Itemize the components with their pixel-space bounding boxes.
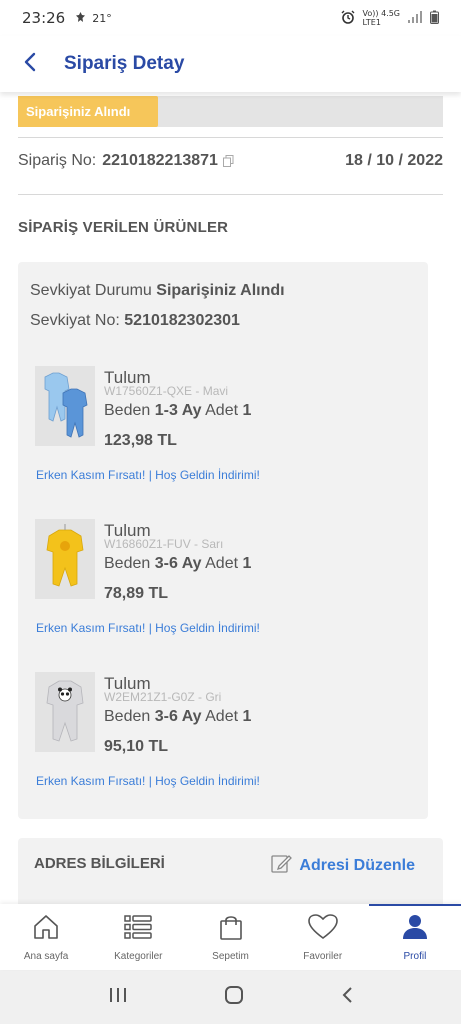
shipment-number-row: Sevkiyat No: 5210182302301 [30,312,240,330]
shopping-bag-icon [217,914,245,945]
system-navigation-bar [0,970,461,1024]
product-image[interactable] [35,519,95,599]
order-number-value: 2210182213871 [102,152,218,169]
product-item[interactable]: Tulum W2EM21Z1-G0Z - Gri Beden 3-6 Ay Ad… [18,672,428,824]
home-icon [32,914,60,945]
product-price: 95,10 TL [104,738,169,755]
battery-icon [430,10,439,26]
shipment-number-label: Sevkiyat No: [30,312,120,329]
page-title: Sipariş Detay [64,53,185,74]
order-status-progress: Siparişiniz Alındı [18,96,443,127]
romper-icon [46,680,84,742]
bottom-navigation: Ana sayfa Kategoriler Sepetim Favoriler … [0,904,461,970]
shipment-status-label: Sevkiyat Durumu [30,282,152,299]
nav-item-profile[interactable]: Profil [368,904,461,970]
nav-item-home[interactable]: Ana sayfa [0,904,92,970]
product-promo[interactable]: Erken Kasım Fırsatı! | Hoş Geldin İndiri… [36,774,260,788]
product-price: 78,89 TL [104,585,169,602]
order-info-row: Sipariş No: 2210182213871 18 / 10 / 2022 [18,147,443,175]
product-item[interactable]: Tulum W16860Z1-FUV - Sarı Beden 3-6 Ay A… [18,519,428,671]
app-header: Sipariş Detay [0,36,461,92]
back-button[interactable] [0,36,60,92]
product-code: W16860Z1-FUV - Sarı [104,537,224,551]
categories-icon [124,914,153,945]
profile-icon [401,914,429,945]
recent-apps-icon[interactable] [109,987,127,1008]
heart-icon [307,914,338,945]
network-indicator: Vo)) 4.5G LTE1 [362,9,400,27]
divider [18,194,443,195]
product-image[interactable] [35,672,95,752]
status-bar: 23:26 21° Vo)) 4.5G LTE1 [0,0,461,36]
copy-icon[interactable] [222,155,234,167]
nav-label: Kategoriler [114,951,163,962]
status-time: 23:26 [22,9,66,27]
product-code: W2EM21Z1-G0Z - Gri [104,690,222,704]
order-status-progress-fill: Siparişiniz Alındı [18,96,159,127]
nav-label: Profil [403,951,427,962]
nav-label: Favoriler [303,951,343,962]
signal-icon [408,11,422,25]
temperature-text: 21° [92,11,112,25]
divider [18,137,443,138]
product-size-qty: Beden 3-6 Ay Adet 1 [104,708,252,725]
edit-icon [271,852,293,879]
nav-item-categories[interactable]: Kategoriler [92,904,184,970]
romper-icon [46,524,84,587]
shipment-card: Sevkiyat Durumu Siparişiniz Alındı Sevki… [18,262,428,819]
product-code: W17560Z1-QXE - Mavi [104,384,229,398]
nav-item-cart[interactable]: Sepetim [184,904,276,970]
chevron-left-icon [24,52,36,77]
address-card: ADRES BİLGİLERİ Adresi Düzenle [18,838,443,908]
product-size-qty: Beden 3-6 Ay Adet 1 [104,555,252,572]
order-number-label: Sipariş No: [18,152,97,169]
shipment-status-row: Sevkiyat Durumu Siparişiniz Alındı [30,282,285,300]
product-promo[interactable]: Erken Kasım Fırsatı! | Hoş Geldin İndiri… [36,468,260,482]
back-nav-icon[interactable] [341,986,353,1009]
order-date: 18 / 10 / 2022 [345,152,443,169]
nav-item-favorites[interactable]: Favoriler [277,904,369,970]
romper-icon [44,372,88,438]
shipment-status-value: Siparişiniz Alındı [156,282,285,299]
product-promo[interactable]: Erken Kasım Fırsatı! | Hoş Geldin İndiri… [36,621,260,635]
edit-address-label: Adresi Düzenle [299,856,415,874]
product-image[interactable] [35,366,95,446]
product-price: 123,98 TL [104,432,177,449]
order-status-label: Siparişiniz Alındı [26,104,131,119]
product-item[interactable]: Tulum W17560Z1-QXE - Mavi Beden 1-3 Ay A… [18,366,428,518]
address-section-title: ADRES BİLGİLERİ [34,855,165,872]
product-size-qty: Beden 1-3 Ay Adet 1 [104,402,252,419]
alarm-icon [341,10,355,26]
home-button-icon[interactable] [224,985,244,1010]
nav-label: Ana sayfa [23,951,69,962]
notification-icon [75,11,86,26]
edit-address-button[interactable]: Adresi Düzenle [271,852,415,879]
products-section-title: SİPARİŞ VERİLEN ÜRÜNLER [18,219,229,236]
nav-label: Sepetim [212,951,249,962]
shipment-number-value: 5210182302301 [124,312,240,329]
